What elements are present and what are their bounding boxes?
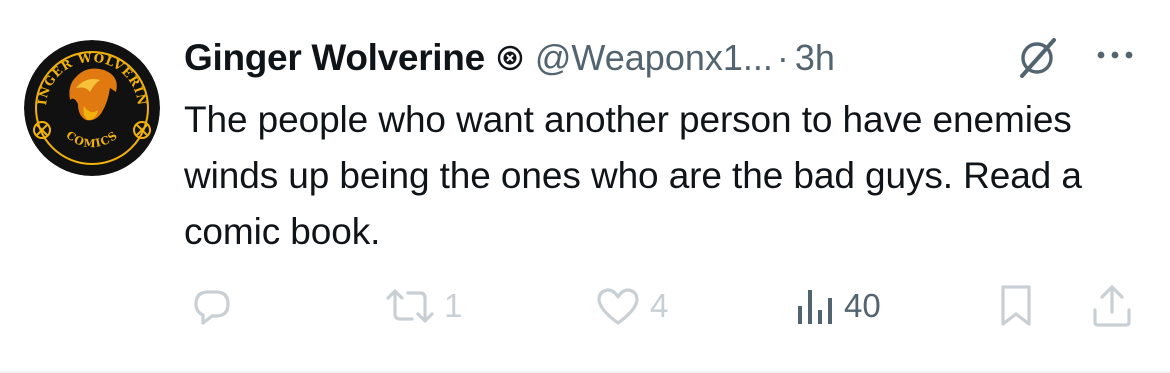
- views-button[interactable]: 40: [796, 278, 881, 334]
- user-handle[interactable]: @Weaponx1...: [535, 37, 773, 79]
- retweet-icon: [386, 289, 434, 323]
- heart-icon: [597, 288, 639, 325]
- display-name[interactable]: Ginger Wolverine: [184, 37, 485, 79]
- bookmark-icon: [1001, 285, 1031, 326]
- action-bar: 1 4 40: [0, 278, 1170, 334]
- retweet-count: 1: [444, 287, 463, 324]
- more-options-icon[interactable]: [1092, 40, 1138, 70]
- views-chart-icon: [798, 290, 832, 324]
- reply-icon: [194, 290, 230, 325]
- tweet-card[interactable]: GINGER WOLVERINE COMICS Ginger Wolverine…: [0, 0, 1170, 373]
- bookmark-button[interactable]: [996, 278, 1036, 334]
- x-badge-icon: [497, 45, 523, 71]
- avatar[interactable]: GINGER WOLVERINE COMICS: [24, 40, 160, 176]
- separator-dot: ·: [776, 37, 789, 78]
- share-icon: [1093, 285, 1131, 327]
- retweet-button[interactable]: 1: [384, 278, 462, 334]
- reply-button[interactable]: [190, 278, 242, 334]
- grok-icon[interactable]: [1014, 38, 1060, 78]
- share-button[interactable]: [1088, 278, 1136, 334]
- views-count: 40: [844, 287, 881, 324]
- like-button[interactable]: 4: [594, 278, 668, 334]
- tweet-header: Ginger Wolverine @Weaponx1... · 3h: [184, 30, 835, 86]
- timestamp[interactable]: 3h: [795, 37, 835, 79]
- tweet-text: The people who want another person to ha…: [184, 99, 1082, 252]
- like-count: 4: [650, 287, 669, 324]
